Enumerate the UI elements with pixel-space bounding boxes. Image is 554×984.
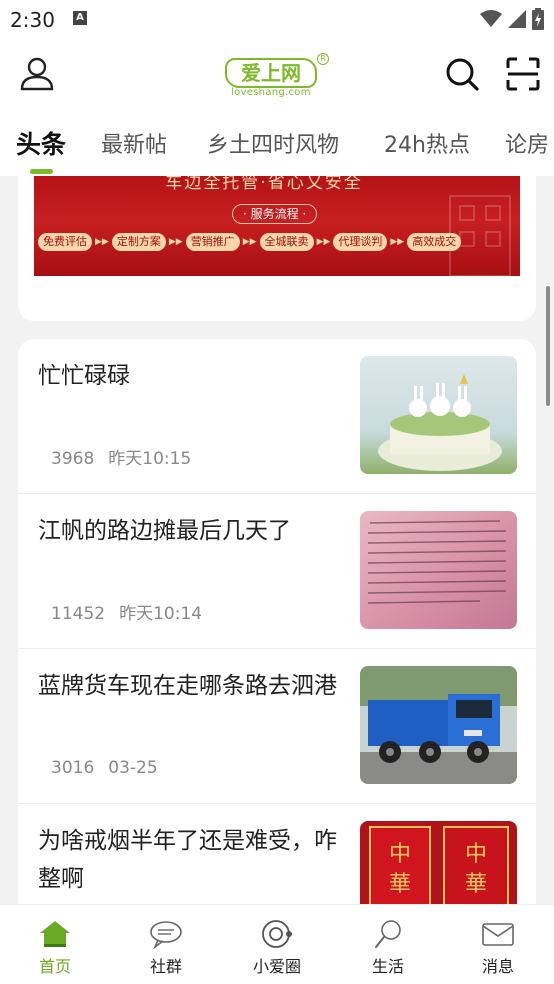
search-icon[interactable]	[444, 56, 480, 92]
post-time: 昨天10:14	[119, 604, 203, 624]
a-icon: A	[73, 11, 87, 25]
view-count: 11452	[51, 604, 106, 624]
svg-text:華: 華	[389, 872, 411, 897]
banner-headline: 车边全托管·省心又安全	[165, 176, 363, 193]
cake-photo	[360, 356, 517, 474]
ad-banner[interactable]: 车边全托管·省心又安全 · 服务流程 · 免费评估 ▶▶ 定制方案 ▶▶ 营销推…	[34, 176, 520, 276]
post-time: 03-25	[108, 758, 158, 778]
banner-step: 高效成交	[407, 233, 462, 251]
scrollbar[interactable]	[546, 286, 550, 406]
feed-meta: 11452 昨天10:14	[51, 599, 202, 624]
banner-card: 车边全托管·省心又安全 · 服务流程 · 免费评估 ▶▶ 定制方案 ▶▶ 营销推…	[18, 176, 536, 321]
arrow-icon: ▶▶	[316, 237, 331, 247]
feed-title: 为啥戒烟半年了还是难受，咋整啊	[38, 828, 337, 892]
svg-text:中: 中	[465, 842, 487, 867]
nav-life[interactable]: 生活	[353, 919, 423, 977]
nav-home[interactable]: 首页	[20, 919, 90, 977]
feed-title: 江帆的路边摊最后几天了	[38, 518, 291, 544]
bottom-nav: 首页 社群 小爱圈 生活 消息	[0, 904, 554, 984]
tab-headline[interactable]: 头条	[16, 125, 66, 161]
feed-item[interactable]: 蓝牌货车现在走哪条路去泗港 3016 03-25	[18, 649, 536, 804]
status-time: 2:30	[10, 8, 55, 32]
nav-messages[interactable]: 消息	[463, 919, 533, 977]
banner-step: 全城联卖	[259, 233, 314, 251]
arrow-icon: ▶▶	[242, 237, 257, 247]
nav-label: 首页	[38, 957, 71, 976]
app-header: 爱上网 loveshang.com R	[0, 40, 554, 110]
logo-subtext: loveshang.com	[231, 87, 311, 98]
active-tab-indicator	[30, 169, 53, 174]
app-logo: 爱上网 loveshang.com R	[225, 52, 333, 100]
tab-latest[interactable]: 最新帖	[101, 127, 167, 159]
nav-label: 消息	[481, 957, 514, 976]
chat-icon	[150, 921, 182, 949]
feed-list: 忙忙碌碌 3968 昨天10:15 江帆的路边摊最后几天了 11452 昨天10:1…	[18, 339, 536, 909]
nav-label: 社群	[149, 957, 182, 976]
cigarette-photo: 中 華 中 華	[360, 821, 517, 909]
category-tabs: 头条 最新帖 乡土四时风物 24h热点 论房	[0, 110, 554, 176]
arrow-icon: ▶▶	[390, 237, 405, 247]
battery-icon	[532, 8, 544, 30]
view-count: 3968	[51, 449, 95, 469]
feed-title: 蓝牌货车现在走哪条路去泗港	[38, 673, 337, 699]
tab-local-customs[interactable]: 乡土四时风物	[207, 127, 339, 159]
wifi-icon	[480, 10, 502, 27]
feed-meta: 3968 昨天10:15	[51, 444, 191, 469]
post-time: 昨天10:15	[108, 449, 192, 469]
nav-label: 小爱圈	[252, 957, 301, 976]
view-count: 3016	[51, 758, 95, 778]
banner-step: 营销推广	[185, 233, 240, 251]
building-decoration	[449, 195, 511, 276]
mail-icon	[482, 923, 514, 946]
status-bar: 2:30 A	[0, 0, 554, 40]
banner-flow-label: · 服务流程 ·	[232, 204, 318, 224]
signal-icon	[508, 10, 526, 28]
banner-step: 代理谈判	[333, 233, 388, 251]
magnifier-icon	[375, 920, 401, 948]
nav-circle[interactable]: 小爱圈	[242, 919, 312, 977]
feed-item[interactable]: 江帆的路边摊最后几天了 11452 昨天10:14	[18, 494, 536, 649]
tab-housing[interactable]: 论房	[505, 127, 549, 159]
user-icon[interactable]	[19, 56, 55, 92]
feed-item[interactable]: 忙忙碌碌 3968 昨天10:15	[18, 339, 536, 494]
scan-icon[interactable]	[505, 56, 541, 92]
banner-step: 免费评估	[38, 233, 92, 251]
circle-icon	[262, 920, 292, 948]
registered-mark: R	[317, 53, 329, 65]
document-photo	[360, 511, 517, 629]
feed-item[interactable]: 为啥戒烟半年了还是难受，咋整啊 中 華 中 華	[18, 804, 536, 909]
svg-text:中: 中	[389, 842, 411, 867]
home-icon	[40, 921, 70, 947]
banner-step: 定制方案	[111, 233, 166, 251]
banner-steps: 免费评估 ▶▶ 定制方案 ▶▶ 营销推广 ▶▶ 全城联卖 ▶▶ 代理谈判 ▶▶ …	[38, 233, 462, 251]
feed-meta: 3016 03-25	[51, 758, 158, 778]
truck-photo	[360, 666, 517, 784]
arrow-icon: ▶▶	[95, 237, 109, 247]
arrow-icon: ▶▶	[168, 237, 183, 247]
tab-24h-hot[interactable]: 24h热点	[384, 127, 470, 159]
nav-label: 生活	[371, 957, 404, 976]
feed-title: 忙忙碌碌	[38, 363, 130, 389]
status-icons	[480, 8, 544, 30]
logo-text: 爱上网	[225, 58, 317, 88]
svg-text:華: 華	[465, 872, 487, 897]
nav-community[interactable]: 社群	[131, 919, 201, 977]
